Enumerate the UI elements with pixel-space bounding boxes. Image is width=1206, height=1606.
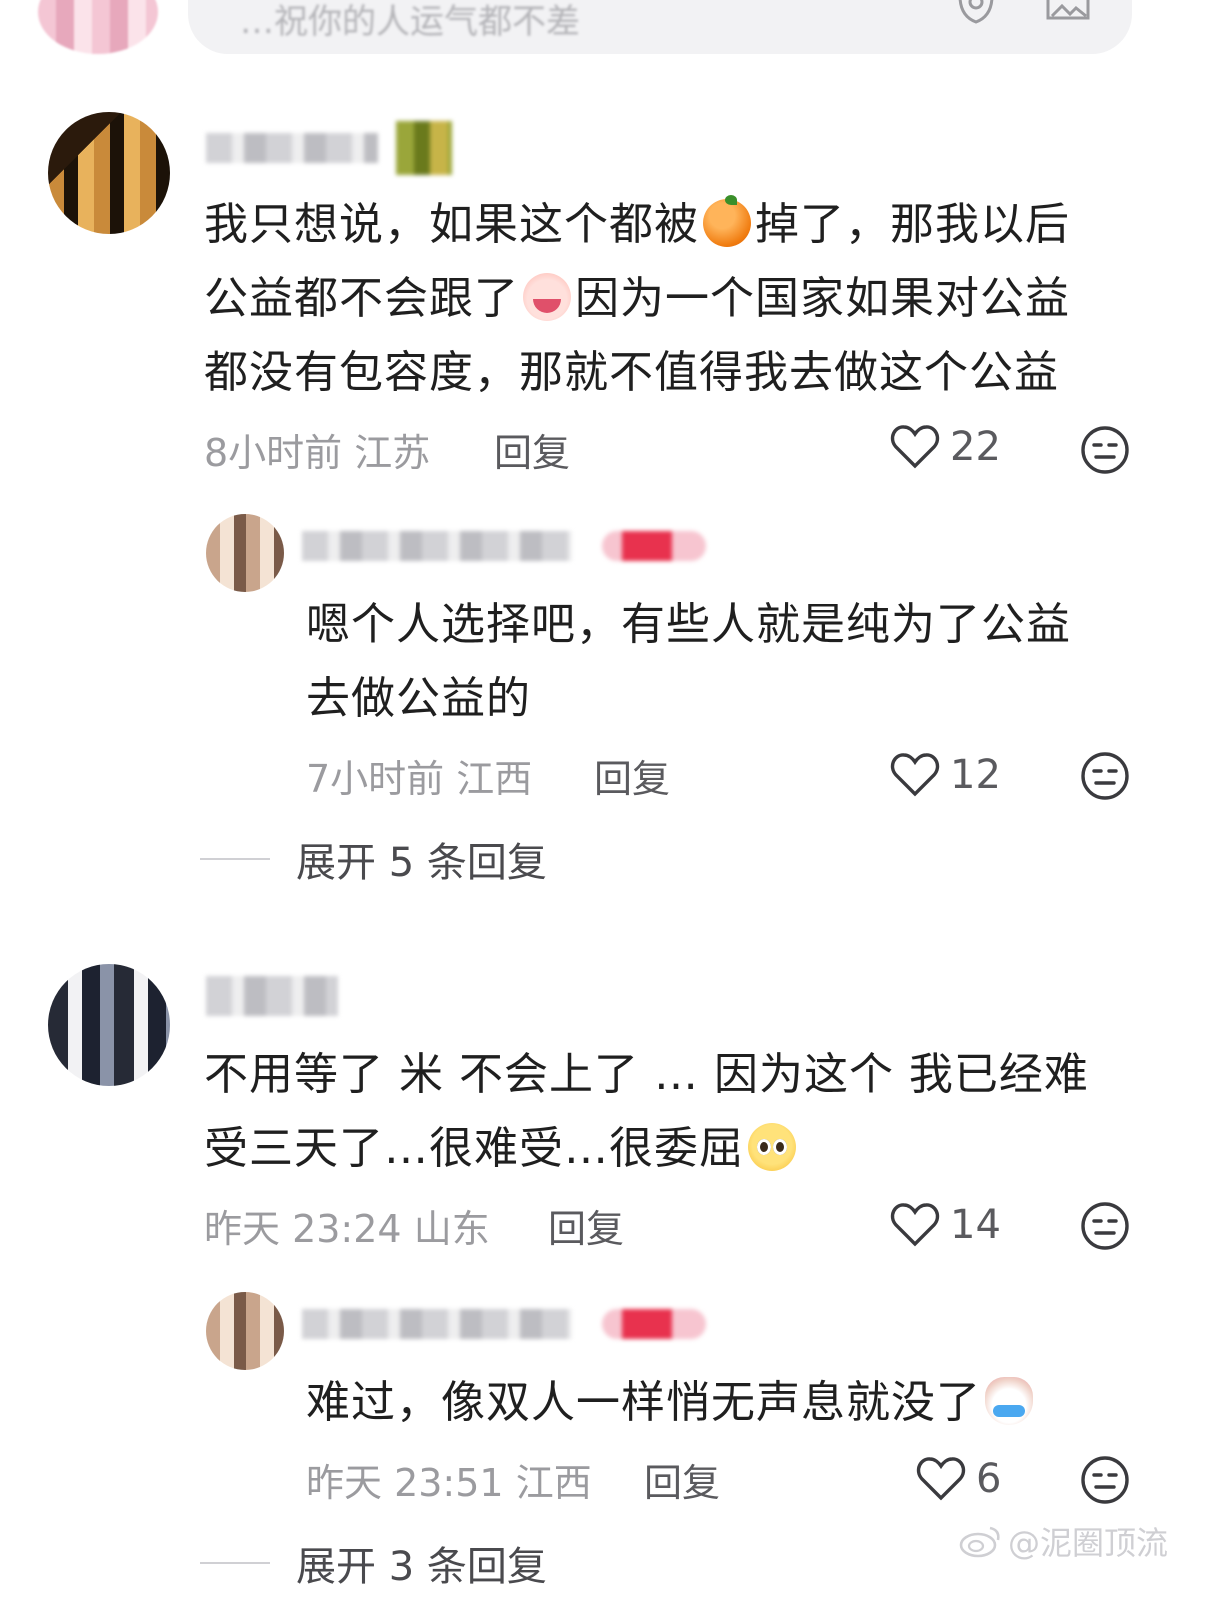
reply-username-redacted[interactable] bbox=[302, 526, 706, 566]
image-icon[interactable] bbox=[1046, 0, 1090, 24]
reply-username-redacted[interactable] bbox=[302, 1304, 706, 1344]
like-count: 22 bbox=[950, 424, 1001, 470]
reply-button[interactable]: 回复 bbox=[494, 422, 570, 477]
weibo-watermark: @泥圈顶流 bbox=[958, 1518, 1168, 1564]
expand-replies-button[interactable]: 展开 3 条回复 bbox=[200, 1534, 547, 1592]
comment-meta: 昨天 23:24 山东 bbox=[204, 1207, 490, 1251]
heart-icon bbox=[890, 753, 940, 797]
comment-text: 我只想说，如果这个都被 掉了，那我以后 公益都不会跟了 因为一个国家如果对公益 都没… bbox=[204, 195, 1070, 398]
heart-icon bbox=[890, 1203, 940, 1247]
crying-face-emoji bbox=[523, 273, 571, 321]
divider bbox=[200, 858, 270, 860]
like-count: 12 bbox=[950, 752, 1001, 798]
username-redacted[interactable] bbox=[206, 976, 338, 1016]
dislike-face-icon[interactable] bbox=[1080, 1455, 1130, 1505]
reply-meta: 昨天 23:51 江西 bbox=[306, 1461, 592, 1505]
comment-input-bar: …祝你的人运气都不差 bbox=[0, 0, 1206, 60]
reply-text: 嗯个人选择吧，有些人就是纯为了公益 去做公益的 bbox=[306, 599, 1071, 724]
avatar[interactable] bbox=[48, 964, 170, 1086]
weibo-logo-icon bbox=[959, 1526, 1000, 1558]
dislike-face-icon[interactable] bbox=[1080, 751, 1130, 801]
username-redacted[interactable] bbox=[206, 121, 452, 175]
reply-button[interactable]: 回复 bbox=[548, 1198, 624, 1253]
divider bbox=[200, 1562, 270, 1564]
avatar[interactable] bbox=[48, 112, 170, 234]
crying-dog-emoji bbox=[985, 1377, 1033, 1425]
reply-button[interactable]: 回复 bbox=[594, 748, 670, 803]
current-user-avatar bbox=[38, 0, 158, 54]
reply-button[interactable]: 回复 bbox=[644, 1452, 720, 1507]
location-icon[interactable] bbox=[954, 0, 998, 24]
comment-input-placeholder: …祝你的人运气都不差 bbox=[240, 2, 580, 42]
dislike-face-icon[interactable] bbox=[1080, 425, 1130, 475]
dislike-face-icon[interactable] bbox=[1080, 1201, 1130, 1251]
comment-text: 不用等了 米 不会上了 … 因为这个 我已经难 受三天了…很难受…很委屈 bbox=[204, 1049, 1089, 1174]
like-button[interactable]: 22 bbox=[890, 424, 1001, 470]
heart-icon bbox=[916, 1457, 966, 1501]
comment-meta: 8小时前 江苏 bbox=[204, 431, 431, 475]
like-button[interactable]: 14 bbox=[890, 1202, 1001, 1248]
reply-meta: 7小时前 江西 bbox=[306, 757, 533, 801]
expand-replies-button[interactable]: 展开 5 条回复 bbox=[200, 830, 547, 888]
like-button[interactable]: 12 bbox=[890, 752, 1001, 798]
reply-text: 难过，像双人一样悄无声息就没了 bbox=[306, 1366, 1146, 1440]
like-count: 14 bbox=[950, 1202, 1001, 1248]
reply-avatar[interactable] bbox=[206, 514, 284, 592]
like-button[interactable]: 6 bbox=[916, 1456, 1001, 1502]
reply-avatar[interactable] bbox=[206, 1292, 284, 1370]
heart-icon bbox=[890, 425, 940, 469]
like-count: 6 bbox=[976, 1456, 1002, 1502]
orange-emoji bbox=[703, 195, 751, 247]
pleading-face-emoji bbox=[748, 1123, 796, 1171]
